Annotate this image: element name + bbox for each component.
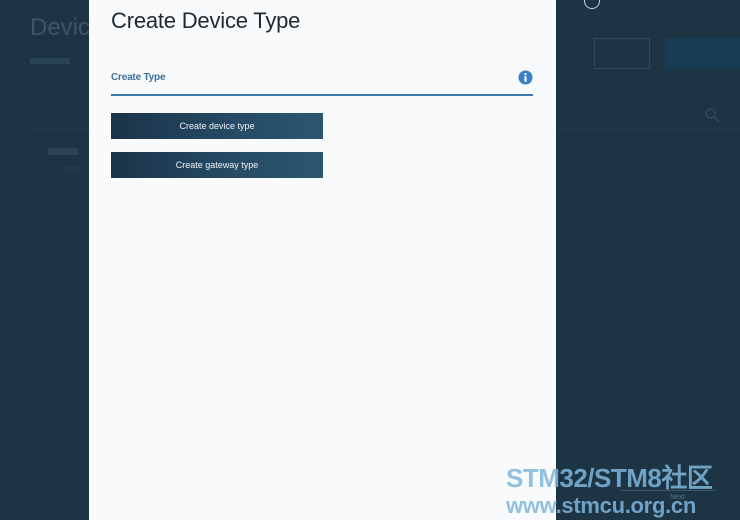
create-type-tab-label: Create Type (111, 72, 166, 83)
watermark-line-1: STM32/STM8社区 (506, 463, 713, 493)
background-secondary-button (594, 38, 650, 69)
background-primary-button (665, 38, 740, 69)
background-table-row (48, 148, 78, 155)
info-icon[interactable] (518, 70, 533, 85)
watermark-line-2: www.stmcu.org.cn (506, 493, 696, 518)
create-gateway-type-button[interactable]: Create gateway type (111, 152, 323, 178)
modal-title: Create Device Type (111, 8, 301, 33)
background-page-title: Devic (30, 14, 91, 41)
background-search-icon (705, 108, 720, 123)
close-icon[interactable] (584, 0, 600, 9)
background-table-row (62, 166, 82, 171)
background-breadcrumb (30, 58, 70, 64)
create-type-tab[interactable]: Create Type (111, 62, 533, 96)
create-device-type-modal: Create Device Type Create Type Create de… (89, 0, 556, 520)
create-device-type-button[interactable]: Create device type (111, 113, 323, 139)
watermark: STM32/STM8社区 www.stmcu.org.cn (506, 458, 740, 519)
